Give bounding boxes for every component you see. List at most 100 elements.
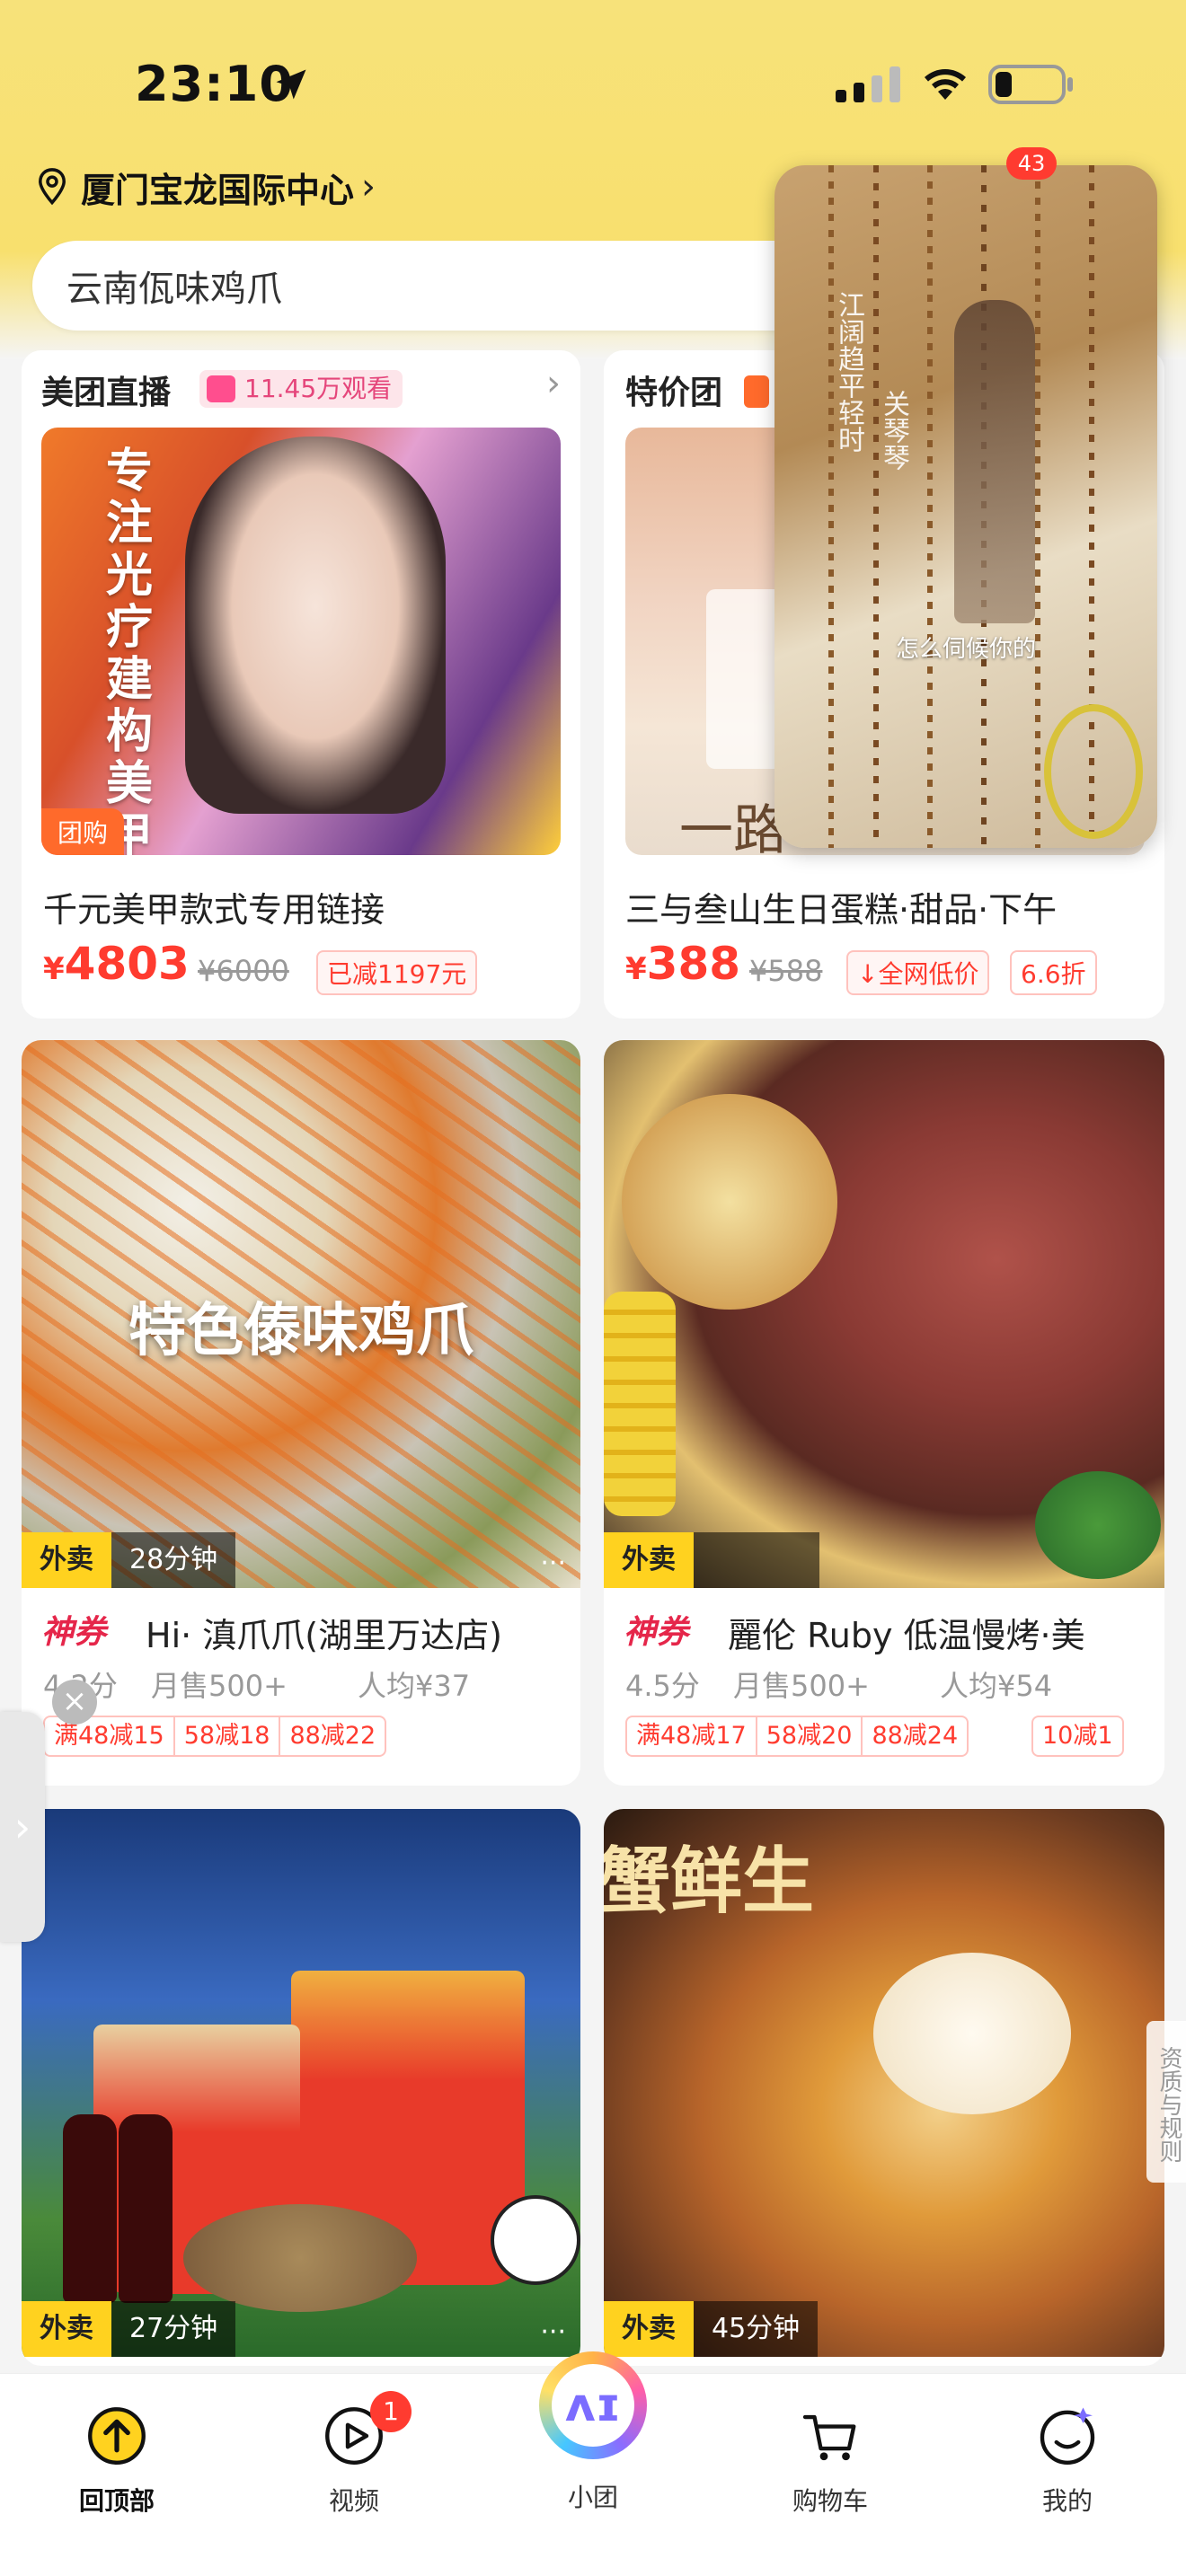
cart-icon: [802, 2414, 856, 2461]
super-coupon-label: 神券: [41, 1614, 107, 1651]
nav-label: 回顶部: [78, 2486, 155, 2516]
smile-icon: [1040, 2407, 1095, 2465]
nav-back-to-top[interactable]: 回顶部: [27, 2374, 207, 2518]
xiaotuan-icon[interactable]: ʌɪ: [539, 2351, 647, 2459]
delivery-badge: 外卖 27分钟: [22, 2301, 236, 2357]
delivery-time: 27分钟: [111, 2301, 236, 2357]
store-card[interactable]: 特色傣味鸡爪 外卖28分钟 ··· 神券 Hi· 滇爪爪(湖里万达店) 4.2分…: [22, 1040, 580, 1786]
more-icon[interactable]: ···: [540, 2316, 566, 2348]
delivery-time: 28分钟: [111, 1532, 236, 1588]
deal-section-title: 特价团: [625, 375, 723, 411]
avg-price: 人均¥37: [358, 1669, 471, 1703]
side-expand-tab[interactable]: ›: [0, 1712, 45, 1942]
soccer-ball: [491, 2195, 580, 2285]
arrow-up-circle-icon: [88, 2407, 146, 2465]
live-viewers-text: 11.45万观看: [244, 374, 393, 403]
live-bars-icon: [207, 375, 235, 402]
store-image: 特色傣味鸡爪 外卖 28分钟 ···: [22, 1040, 580, 1588]
delivery-time: [694, 1532, 819, 1588]
close-icon[interactable]: ×: [52, 1680, 97, 1725]
curtain-bead: [828, 165, 834, 848]
delivery-badge: 外卖 28分钟: [22, 1532, 236, 1588]
product-card-live[interactable]: 美团直播 11.45万观看 › 专注光疗建构美甲 团购 千元美甲款式专用链接 ¥…: [22, 350, 580, 1019]
seasoning-bowl: [183, 2204, 417, 2312]
clock: 23:10: [135, 56, 294, 112]
delivery-badge: 外卖: [604, 1532, 819, 1588]
discount-item: 58减18: [175, 1717, 281, 1755]
nav-cart[interactable]: 购物车: [740, 2374, 920, 2518]
nav-profile[interactable]: 我的: [978, 2374, 1157, 2518]
nav-label: 购物车: [792, 2486, 868, 2516]
image-overlay-text: 一路: [679, 799, 787, 855]
chevron-right-icon[interactable]: ›: [546, 363, 561, 404]
store-card[interactable]: 外卖 神券 麗伦 Ruby 低温慢烤·美 4.5分 月售500+ 人均¥54 满…: [604, 1040, 1164, 1786]
original-price: ¥6000: [198, 954, 289, 988]
price-value: 4803: [64, 938, 190, 990]
portrait-face: [185, 437, 446, 814]
delivery-badge: 外卖 45分钟: [604, 2301, 819, 2357]
delivery-label: 外卖: [604, 1532, 694, 1588]
group-buy-badge: 团购: [41, 808, 125, 855]
store-title: Hi· 滇爪爪(湖里万达店): [146, 1616, 502, 1655]
discount-list: 满48减15 58减18 88减22: [43, 1716, 387, 1757]
delivery-label: 外卖: [22, 1532, 111, 1588]
location-pin-icon: [39, 168, 66, 206]
arrow-down-icon: ↓: [857, 959, 879, 989]
video-vertical-text: 关琴琴: [878, 390, 909, 471]
location-arrow-icon: [276, 69, 306, 100]
image-side-text: 专注光疗建构美甲: [106, 445, 154, 855]
product-image: 专注光疗建构美甲 团购: [41, 428, 561, 855]
floating-video-player[interactable]: 江阔趋平轻时 关琴琴 怎么伺候你的: [774, 165, 1157, 848]
battery-icon: [988, 65, 1073, 104]
discount-tag: 已减1197元: [316, 950, 478, 995]
nav-video[interactable]: 视频: [264, 2374, 444, 2518]
store-image: 外卖 27分钟 ···: [22, 1809, 580, 2357]
cellular-signal-icon: [836, 66, 900, 102]
currency-symbol: ¥: [43, 951, 65, 987]
search-query: 云南佤味鸡爪: [66, 269, 282, 310]
currency-symbol: ¥: [625, 951, 647, 987]
curtain-bead: [927, 165, 933, 848]
herbs: [1035, 1471, 1161, 1579]
store-card[interactable]: 外卖 27分钟 ···: [22, 1809, 580, 2366]
nav-label: 我的: [1041, 2486, 1093, 2516]
lowest-price-tag: ↓全网低价: [846, 950, 990, 995]
price: ¥388: [625, 938, 740, 990]
status-bar: 23:10: [0, 0, 1186, 153]
location-name: 厦门宝龙国际中心: [81, 170, 355, 210]
video-vertical-text: 江阔趋平轻时: [833, 291, 864, 453]
discount-item: 88减22: [289, 1722, 376, 1750]
product-title: 千元美甲款式专用链接: [43, 890, 385, 930]
nav-label: 视频: [328, 2486, 379, 2516]
delivery-label: 外卖: [22, 2301, 111, 2357]
live-viewers-badge: 11.45万观看: [199, 370, 403, 408]
rabbit-icon: ʌɪ: [552, 2364, 634, 2447]
original-price: ¥588: [749, 954, 823, 988]
delivery-time: 45分钟: [694, 2301, 819, 2357]
image-overlay-text: 特色傣味鸡爪: [128, 1298, 474, 1364]
chevron-right-icon: ›: [13, 1803, 31, 1851]
discount-item: 10减1: [1042, 1722, 1113, 1750]
cola-bottle: [63, 2114, 117, 2303]
wifi-icon: [925, 69, 966, 100]
store-card[interactable]: 蟹鲜生 外卖 45分钟: [604, 1809, 1164, 2366]
crab-meat: [873, 1953, 1071, 2114]
avg-price: 人均¥54: [940, 1669, 1053, 1703]
nav-label: 小团: [567, 2483, 618, 2512]
location-selector[interactable]: 厦门宝龙国际中心 ›: [36, 162, 376, 212]
person-figure: [954, 300, 1035, 623]
store-title: 麗伦 Ruby 低温慢烤·美: [728, 1616, 1085, 1655]
qualification-rules-link[interactable]: 资质与规则: [1146, 2021, 1186, 2183]
video-badge: 1: [370, 2391, 412, 2432]
monthly-sales: 月售500+: [151, 1669, 288, 1703]
discount-item: 满48减17: [627, 1717, 757, 1755]
product-title: 三与叁山生日蛋糕·甜品·下午: [625, 890, 1058, 930]
store-image: 外卖: [604, 1040, 1164, 1588]
curtain-bead: [1035, 165, 1040, 848]
super-coupon-label: 神券: [624, 1614, 689, 1651]
video-caption: 怎么伺候你的: [895, 636, 1036, 663]
more-icon[interactable]: ···: [540, 1548, 566, 1579]
deal-badge-icon: [744, 375, 769, 408]
message-badge: 43: [1006, 147, 1057, 180]
discount-extra: 10减1: [1031, 1716, 1124, 1757]
